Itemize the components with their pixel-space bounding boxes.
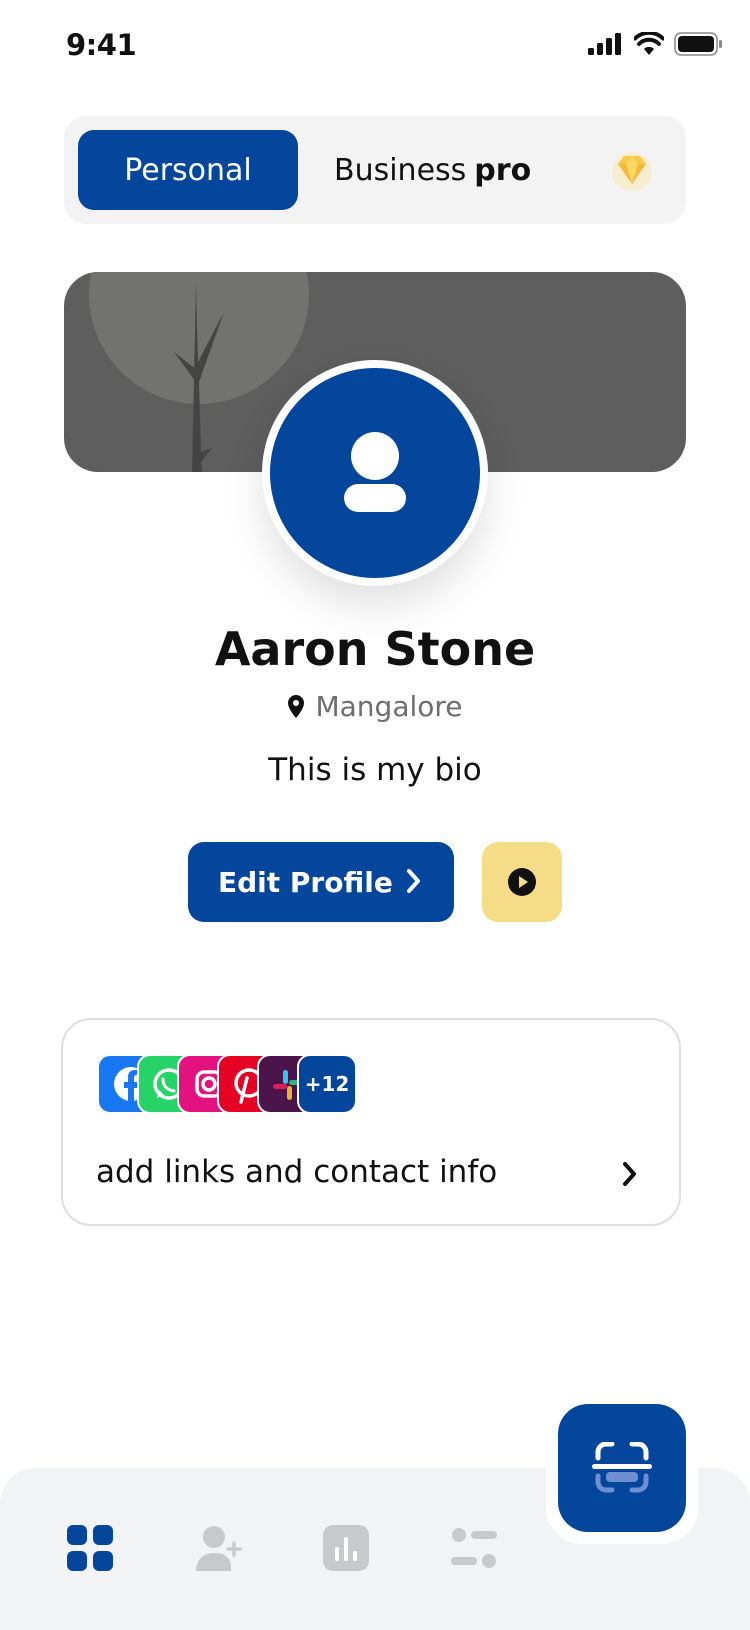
more-socials-count: +12 [304,1072,350,1096]
edit-profile-button[interactable]: Edit Profile [188,842,454,922]
profile-location: Mangalore [0,690,750,723]
profile-bio: This is my bio [268,752,482,788]
settings-icon [451,1528,497,1568]
links-card-label: add links and contact info [96,1154,498,1190]
chevron-right-icon [623,1162,636,1186]
scan-button[interactable] [558,1404,686,1532]
tab-personal[interactable]: Personal [78,130,298,210]
signal-icon [588,33,621,55]
profile-name: Aaron Stone [214,622,536,676]
grid-icon [67,1525,113,1571]
tab-business-pro-suffix: pro [474,152,532,188]
more-socials-badge: +12 [297,1054,357,1114]
chevron-right-icon [407,869,420,893]
edit-profile-label: Edit Profile [218,865,393,899]
diamond-icon [612,152,652,190]
tab-personal-label: Personal [124,152,252,188]
chart-icon [323,1525,369,1571]
user-icon [344,432,406,512]
add-user-icon [196,1526,242,1571]
wifi-icon [634,32,664,55]
nav-add-contact[interactable] [194,1524,242,1572]
location-pin-icon [288,694,305,718]
tab-business-label: Business [334,152,467,188]
tab-business-pro[interactable]: Business pro [334,130,531,210]
nav-settings[interactable] [450,1524,498,1572]
status-time: 9:41 [66,28,137,62]
play-icon [508,868,536,896]
nav-grid[interactable] [66,1524,114,1572]
links-card[interactable] [61,1018,681,1226]
battery-icon [674,32,722,56]
play-video-button[interactable] [482,842,562,922]
scan-icon [592,1442,652,1493]
status-icons [588,32,722,56]
location-text: Mangalore [315,690,463,723]
avatar[interactable] [270,368,480,578]
nav-analytics[interactable] [322,1524,370,1572]
